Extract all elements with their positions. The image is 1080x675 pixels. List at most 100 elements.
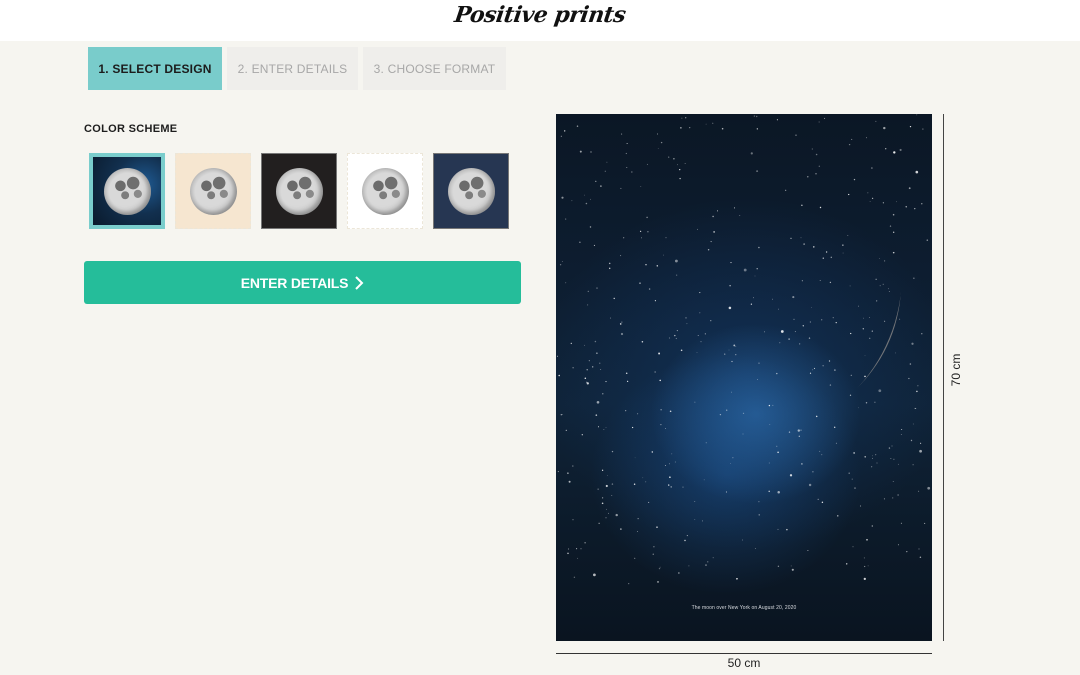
star [712, 557, 714, 559]
height-dimension-label: 70 cm [949, 353, 963, 387]
star [625, 152, 627, 155]
star [742, 433, 744, 435]
star [668, 156, 670, 158]
star [758, 514, 760, 516]
step-tab-enter-details[interactable]: 2. Enter Details [227, 47, 358, 90]
star [561, 261, 563, 262]
star [600, 185, 602, 187]
chevron-right-icon [355, 275, 364, 290]
star [580, 548, 582, 550]
star [900, 434, 902, 436]
star [712, 122, 714, 124]
star [642, 477, 644, 479]
step-tab-select-design[interactable]: 1. Select Design [88, 47, 222, 90]
star [586, 381, 588, 383]
brand-logo[interactable]: Positive prints [0, 2, 1080, 28]
star [786, 528, 788, 531]
star [572, 465, 574, 467]
star [895, 352, 897, 354]
star [756, 128, 758, 130]
star [834, 426, 836, 428]
star [808, 483, 812, 487]
star [797, 429, 800, 432]
star [664, 465, 666, 466]
star [919, 449, 922, 453]
star [590, 151, 592, 153]
star [660, 409, 662, 411]
star [819, 450, 821, 452]
star [892, 481, 894, 482]
star [892, 497, 894, 499]
star [625, 372, 628, 374]
swatch-navy[interactable] [433, 153, 509, 229]
star [741, 539, 744, 541]
star [567, 548, 570, 550]
star [565, 429, 567, 432]
star [912, 423, 914, 425]
star [926, 239, 929, 241]
star [665, 428, 666, 429]
moon-icon [447, 167, 495, 215]
star [788, 431, 791, 433]
star [556, 355, 558, 357]
poster-preview: The moon over New York on August 20, 202… [556, 114, 932, 641]
star [571, 200, 573, 202]
star [592, 366, 594, 368]
star [637, 413, 639, 415]
swatch-starry-blue[interactable] [89, 153, 165, 229]
star [730, 463, 731, 464]
star [725, 491, 727, 493]
step-tab-choose-format[interactable]: 3. Choose Format [363, 47, 506, 90]
star [875, 454, 877, 456]
star [849, 394, 852, 396]
star [593, 573, 596, 577]
star [899, 148, 902, 152]
star [633, 483, 636, 485]
star [567, 472, 569, 474]
star [916, 390, 918, 393]
star [922, 128, 924, 130]
star [705, 123, 707, 125]
star [906, 550, 908, 553]
star [656, 133, 659, 135]
swatch-black[interactable] [261, 153, 337, 229]
star [560, 135, 562, 137]
star [621, 133, 623, 135]
star [871, 525, 873, 527]
swatch-cream[interactable] [175, 153, 251, 229]
star [807, 549, 809, 552]
step-tabs: 1. Select Design 2. Enter Details 3. Cho… [88, 47, 506, 90]
star [811, 148, 813, 150]
width-dimension-line [556, 653, 932, 654]
star [584, 344, 585, 346]
star [651, 451, 654, 453]
star [801, 463, 803, 465]
swatch-white[interactable] [347, 153, 423, 229]
star [660, 141, 663, 144]
star [634, 557, 636, 559]
star [684, 539, 686, 542]
star [875, 120, 877, 122]
star [905, 206, 907, 208]
star [620, 528, 622, 530]
star [777, 565, 780, 567]
star [901, 429, 903, 430]
star [883, 498, 885, 500]
star [601, 469, 604, 471]
star [611, 495, 613, 496]
star [896, 201, 897, 203]
star [604, 170, 606, 172]
star [871, 455, 873, 457]
star [595, 180, 597, 182]
enter-details-button[interactable]: ENTER DETAILS [84, 261, 521, 304]
star [758, 501, 760, 503]
star [908, 377, 910, 380]
star [892, 213, 895, 216]
star [589, 226, 592, 228]
star [631, 171, 633, 173]
star [576, 548, 578, 550]
star [609, 317, 612, 319]
star [866, 539, 868, 541]
star [605, 484, 608, 488]
star [657, 581, 659, 583]
